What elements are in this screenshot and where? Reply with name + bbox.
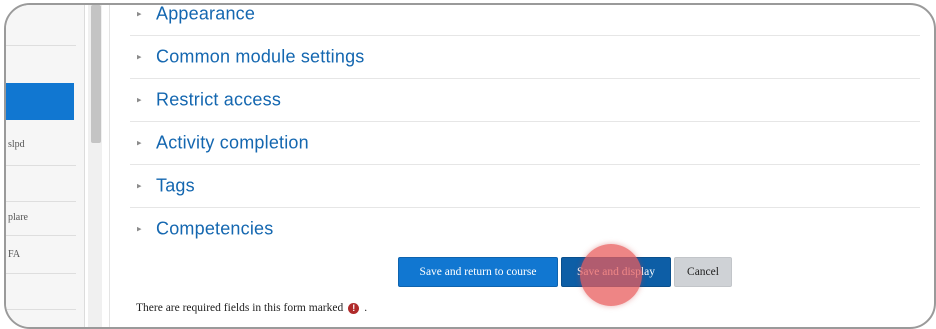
cancel-button[interactable]: Cancel	[674, 257, 732, 287]
section-appearance[interactable]: ▸ Appearance	[130, 5, 920, 36]
section-label[interactable]: Tags	[156, 175, 195, 196]
expand-arrow-icon: ▸	[137, 8, 142, 18]
expand-arrow-icon: ▸	[137, 51, 142, 61]
expand-arrow-icon: ▸	[137, 137, 142, 147]
sidebar-divider	[6, 309, 76, 310]
section-label[interactable]: Common module settings	[156, 46, 365, 67]
sidebar-item-label[interactable]: FA	[8, 249, 78, 260]
sidebar-divider	[6, 201, 76, 202]
section-common-module-settings[interactable]: ▸ Common module settings	[130, 35, 920, 79]
click-highlight-circle	[580, 244, 642, 306]
sidebar-item-label[interactable]: slpd	[8, 139, 78, 150]
expand-arrow-icon: ▸	[137, 223, 142, 233]
section-tags[interactable]: ▸ Tags	[130, 164, 920, 208]
section-label[interactable]: Competencies	[156, 218, 273, 239]
section-label[interactable]: Restrict access	[156, 89, 281, 110]
section-competencies[interactable]: ▸ Competencies	[130, 207, 920, 250]
scrollbar-thumb[interactable]	[91, 5, 101, 143]
required-note-period: .	[364, 302, 368, 314]
browser-frame: slpd plare FA ▸ Appearance ▸ Common modu…	[4, 3, 936, 329]
sidebar-divider	[6, 45, 76, 46]
content-divider	[109, 5, 110, 327]
sidebar-divider	[6, 235, 76, 236]
section-label[interactable]: Appearance	[156, 5, 255, 24]
expand-arrow-icon: ▸	[137, 94, 142, 104]
required-note-text: There are required fields in this form m…	[136, 302, 344, 314]
section-activity-completion[interactable]: ▸ Activity completion	[130, 121, 920, 165]
sidebar-item-active[interactable]	[6, 83, 74, 120]
section-restrict-access[interactable]: ▸ Restrict access	[130, 78, 920, 122]
required-fields-note: There are required fields in this form m…	[136, 302, 367, 314]
sidebar-divider	[6, 273, 76, 274]
left-sidebar: slpd plare FA	[6, 5, 85, 327]
sidebar-item-label[interactable]: plare	[8, 212, 78, 223]
expand-arrow-icon: ▸	[137, 180, 142, 190]
save-and-return-button[interactable]: Save and return to course	[398, 257, 558, 287]
sidebar-divider	[6, 165, 76, 166]
section-label[interactable]: Activity completion	[156, 132, 309, 153]
required-exclamation-icon: !	[348, 302, 360, 314]
